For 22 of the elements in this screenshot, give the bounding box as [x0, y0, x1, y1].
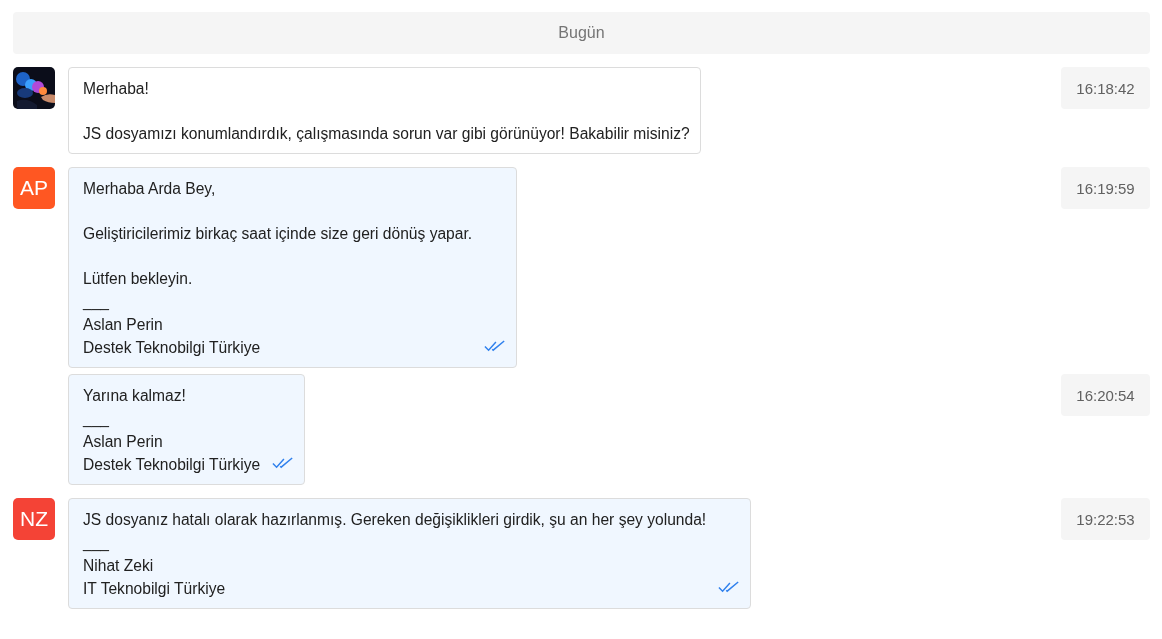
message-text: JS dosyanız hatalı olarak hazırlanmış. Gereken değişiklikleri girdik, şu an her şey yolunda! — [83, 510, 707, 530]
message-text: Nihat Zeki — [83, 556, 155, 576]
message-text: Destek Teknobilgi Türkiye — [83, 338, 262, 358]
message-text: Aslan Perin — [83, 432, 164, 452]
timestamp: 16:20:54 — [1061, 374, 1150, 416]
user-avatar: NZ — [13, 498, 55, 540]
message-text: ___ — [83, 409, 111, 430]
message-text: Aslan Perin — [83, 315, 164, 335]
message-text: Lütfen bekleyin. — [83, 269, 194, 289]
timestamp: 16:18:42 — [1061, 67, 1150, 109]
message-text: JS dosyamızı konumlandırdık, çalışmasında sorun var gibi görünüyor! Bakabilir misiniz? — [83, 124, 690, 144]
message-text: IT Teknobilgi Türkiye — [83, 579, 227, 599]
message-text: Geliştiricilerimiz birkaç saat içinde size geri dönüş yapar. — [83, 224, 473, 244]
timestamp: 16:19:59 — [1061, 167, 1150, 209]
timestamp: 19:22:53 — [1061, 498, 1150, 540]
message-text: Merhaba Arda Bey, — [83, 179, 217, 199]
message-text: Destek Teknobilgi Türkiye — [83, 455, 261, 475]
message-text: ___ — [83, 292, 111, 313]
message-text: ___ — [83, 533, 111, 554]
user-avatar: AP — [13, 167, 55, 209]
message-text: Yarına kalmaz! — [83, 386, 187, 406]
message-text: Merhaba! — [83, 79, 150, 99]
